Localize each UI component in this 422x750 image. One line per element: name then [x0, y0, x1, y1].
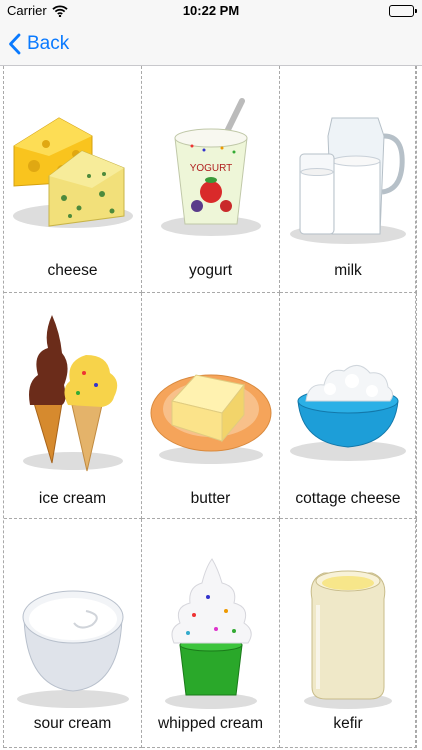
- card-label: kefir: [333, 715, 363, 732]
- card-cheese[interactable]: cheese: [4, 66, 142, 293]
- card-label: milk: [334, 262, 362, 279]
- navigation-bar: Back: [0, 22, 422, 66]
- butter-icon: [150, 374, 272, 464]
- card-label: whipped cream: [157, 715, 264, 732]
- ice-cream-icon: [23, 315, 123, 472]
- card-label: cheese: [47, 262, 98, 279]
- flashcard-grid: cheese YOGURT yogurt milk ice cream butt…: [3, 66, 417, 748]
- chevron-left-icon: [9, 33, 21, 55]
- card-label: cottage cheese: [295, 490, 401, 507]
- card-whipped-cream[interactable]: whipped cream: [142, 519, 280, 748]
- status-bar: Carrier 10:22 PM: [0, 0, 422, 22]
- card-label: sour cream: [33, 715, 112, 732]
- card-sour-cream[interactable]: sour cream: [4, 519, 142, 748]
- kefir-icon: [304, 570, 392, 709]
- whipped-cream-icon: [165, 558, 257, 709]
- clock-label: 10:22 PM: [182, 3, 240, 18]
- card-kefir[interactable]: kefir: [280, 519, 417, 748]
- sour-cream-icon: [17, 590, 129, 708]
- cheese-icon: [13, 117, 133, 228]
- card-ice-cream[interactable]: ice cream: [4, 293, 142, 519]
- cottage-cheese-icon: [290, 365, 406, 461]
- card-label: butter: [190, 490, 231, 507]
- yogurt-icon: YOGURT: [161, 98, 261, 236]
- card-butter[interactable]: butter: [142, 293, 280, 519]
- battery-icon: [389, 5, 417, 17]
- milk-icon: [290, 117, 406, 244]
- back-button[interactable]: Back: [8, 28, 69, 60]
- card-cottage-cheese[interactable]: cottage cheese: [280, 293, 417, 519]
- card-label: ice cream: [38, 490, 107, 507]
- svg-text:YOGURT: YOGURT: [190, 163, 233, 174]
- card-milk[interactable]: milk: [280, 66, 417, 293]
- card-label: yogurt: [188, 262, 233, 279]
- card-yogurt[interactable]: YOGURT yogurt: [142, 66, 280, 293]
- back-button-label: Back: [27, 33, 70, 54]
